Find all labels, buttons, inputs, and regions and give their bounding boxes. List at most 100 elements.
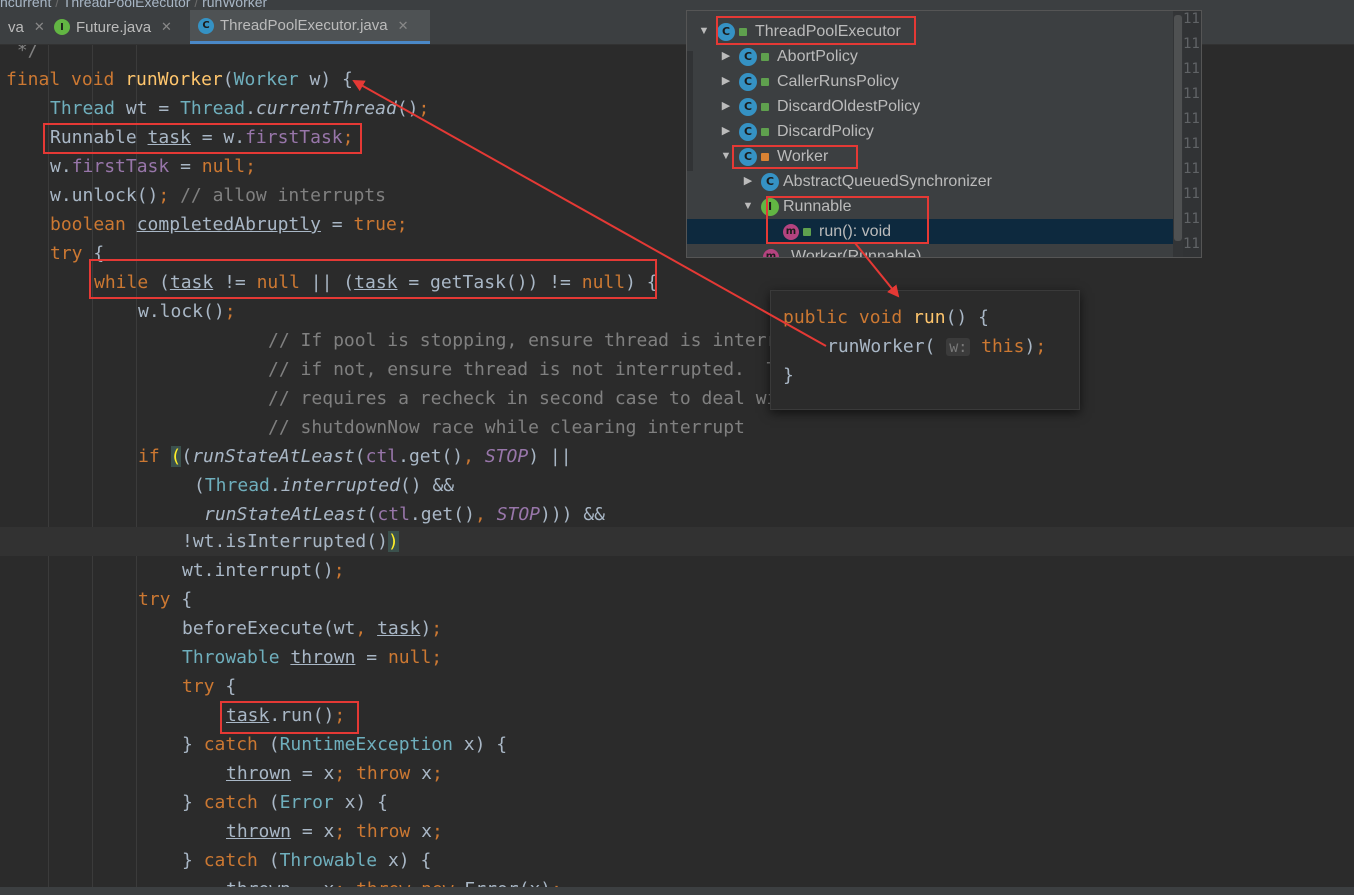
- code-line: thrown = x; throw new Error(x);: [226, 875, 562, 887]
- public-lock-icon: [761, 77, 769, 86]
- code-line: if ((runStateAtLeast(ctl.get(), STOP) ||: [138, 446, 572, 467]
- tree-item-worker-constructor[interactable]: m Worker(Runnable): [687, 244, 1201, 258]
- tree-item-runnable[interactable]: ▼ I Runnable: [687, 194, 1201, 219]
- tree-item-callerrunspolicy[interactable]: ▶ C CallerRunsPolicy: [687, 69, 1201, 94]
- public-lock-icon: [739, 27, 747, 36]
- code-line: // If pool is stopping, ensure thread is…: [138, 330, 843, 351]
- expanded-arrow-icon[interactable]: ▼: [741, 194, 755, 219]
- code-line: try {: [50, 243, 105, 264]
- method-icon: m: [763, 248, 779, 257]
- expanded-arrow-icon[interactable]: ▼: [697, 19, 711, 44]
- tree-item-label: Worker(Runnable): [791, 248, 922, 258]
- code-line: beforeExecute(wt, task);: [182, 618, 443, 639]
- collapsed-arrow-icon[interactable]: ▶: [719, 44, 733, 69]
- line-number: 11: [1183, 11, 1200, 27]
- close-icon[interactable]: ✕: [34, 19, 45, 35]
- tab-label: ThreadPoolExecutor.java: [220, 17, 388, 34]
- tree-item-label: ThreadPoolExecutor: [755, 23, 901, 40]
- code-line: final void runWorker(Worker w) {: [6, 69, 353, 90]
- line-number: 11: [1183, 161, 1200, 177]
- method-icon: m: [783, 223, 799, 240]
- tree-item-run-method[interactable]: m run(): void: [687, 219, 1201, 244]
- code-line: try {: [138, 589, 193, 610]
- code-line: thrown = x; throw x;: [226, 821, 443, 842]
- code-line: } catch (Throwable x) {: [182, 850, 432, 871]
- line-number: 11: [1183, 236, 1200, 252]
- public-lock-icon: [803, 227, 811, 236]
- code-line: // if not, ensure thread is not interrup…: [138, 359, 810, 380]
- code-line: try {: [182, 676, 237, 697]
- abstract-class-icon: C: [761, 172, 779, 191]
- tree-item-label: Worker: [777, 148, 829, 165]
- tree-item-abstractqueuedsynchronizer[interactable]: ▶ C AbstractQueuedSynchronizer: [687, 169, 1201, 194]
- line-number: 11: [1183, 136, 1200, 152]
- code-line: Throwable thrown = null;: [182, 647, 443, 668]
- preview-line: }: [783, 365, 794, 386]
- public-lock-icon: [761, 127, 769, 136]
- interface-icon: I: [54, 19, 70, 35]
- class-icon: C: [739, 72, 757, 91]
- class-icon: C: [739, 122, 757, 141]
- tab-partial[interactable]: va ✕: [0, 10, 45, 44]
- code-line: while (task != null || (task = getTask()…: [94, 272, 658, 293]
- line-number: 11: [1183, 111, 1200, 127]
- code-line: w.unlock(); // allow interrupts: [50, 185, 386, 206]
- class-icon: C: [717, 22, 735, 41]
- expanded-arrow-icon[interactable]: ▼: [719, 144, 733, 169]
- class-icon: C: [739, 97, 757, 116]
- tree-item-threadpoolexecutor[interactable]: ▼ C ThreadPoolExecutor: [687, 19, 1183, 44]
- line-number: 11: [1183, 36, 1200, 52]
- collapsed-arrow-icon[interactable]: ▶: [741, 169, 755, 194]
- tree-item-worker[interactable]: ▼ C Worker: [687, 144, 1201, 169]
- tree-item-discardpolicy[interactable]: ▶ C DiscardPolicy: [687, 119, 1201, 144]
- scrollbar-thumb[interactable]: [1174, 15, 1182, 241]
- tree-item-label: AbortPolicy: [777, 48, 858, 65]
- tree-item-abortpolicy[interactable]: ▶ C AbortPolicy: [687, 44, 1201, 69]
- popup-line-gutter: 11 11 11 11 11 11 11 11 11 11: [1183, 11, 1201, 257]
- tab-label: va: [8, 18, 24, 36]
- tree-item-discardoldestpolicy[interactable]: ▶ C DiscardOldestPolicy: [687, 94, 1201, 119]
- tab-label: Future.java: [76, 18, 152, 36]
- code-line: w.firstTask = null;: [50, 156, 256, 177]
- code-line: task.run();: [226, 705, 346, 726]
- preview-line: public void run() {: [783, 307, 989, 328]
- run-method-preview-popup: public void run() { runWorker( w: this);…: [770, 290, 1080, 410]
- tree-item-label: AbstractQueuedSynchronizer: [783, 173, 992, 190]
- interface-icon: I: [761, 197, 779, 216]
- collapsed-arrow-icon[interactable]: ▶: [719, 94, 733, 119]
- parameter-hint: w:: [946, 338, 971, 356]
- popup-scrollbar[interactable]: [1173, 11, 1183, 257]
- breadcrumb-item[interactable]: ncurrent: [0, 0, 51, 10]
- code-line: thrown = x; throw x;: [226, 763, 443, 784]
- private-lock-icon: [761, 152, 769, 161]
- collapsed-arrow-icon[interactable]: ▶: [719, 69, 733, 94]
- line-number: 11: [1183, 186, 1200, 202]
- tree-item-label: DiscardPolicy: [777, 123, 874, 140]
- indent-guide: [48, 45, 49, 887]
- code-line: boolean completedAbruptly = true;: [50, 214, 408, 235]
- tab-threadpoolexecutor-java[interactable]: C ThreadPoolExecutor.java ✕: [190, 10, 430, 44]
- breadcrumb: ncurrent / ThreadPoolExecutor / runWorke…: [0, 0, 1354, 10]
- code-line: Runnable task = w.firstTask;: [50, 127, 354, 148]
- code-line: } catch (RuntimeException x) {: [182, 734, 508, 755]
- status-bar: [0, 887, 1354, 895]
- tab-future-java[interactable]: I Future.java ✕: [46, 10, 188, 44]
- breadcrumb-item[interactable]: runWorker: [202, 0, 267, 10]
- code-line: w.lock();: [138, 301, 236, 322]
- collapsed-arrow-icon[interactable]: ▶: [719, 119, 733, 144]
- public-lock-icon: [761, 102, 769, 111]
- breadcrumb-item[interactable]: ThreadPoolExecutor: [63, 0, 191, 10]
- tree-item-label: DiscardOldestPolicy: [777, 98, 921, 115]
- close-icon[interactable]: ✕: [398, 18, 409, 34]
- code-line: Thread wt = Thread.currentThread();: [50, 98, 430, 119]
- tree-item-label: CallerRunsPolicy: [777, 73, 899, 90]
- code-line: // shutdownNow race while clearing inter…: [138, 417, 745, 438]
- code-line: } catch (Error x) {: [182, 792, 388, 813]
- code-line: runStateAtLeast(ctl.get(), STOP))) &&: [204, 504, 606, 525]
- class-icon: C: [739, 47, 757, 66]
- class-icon: C: [739, 147, 757, 166]
- line-number: 11: [1183, 211, 1200, 227]
- close-icon[interactable]: ✕: [161, 19, 172, 35]
- structure-popup[interactable]: ▼ C ThreadPoolExecutor ▶ C AbortPolicy ▶…: [686, 10, 1202, 258]
- public-lock-icon: [761, 52, 769, 61]
